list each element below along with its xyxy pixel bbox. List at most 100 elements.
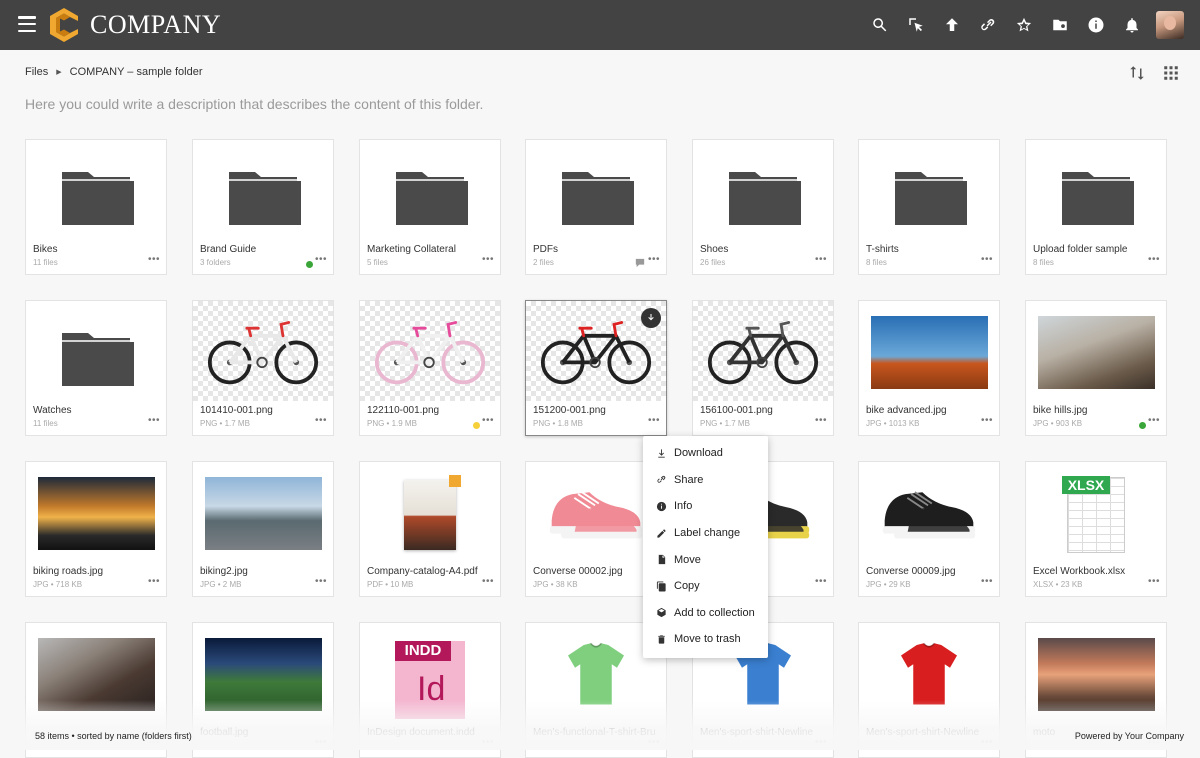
menu-item-label: Download [674,447,723,460]
more-options-icon[interactable]: ••• [315,738,327,748]
comment-icon [635,258,645,268]
photo-thumbnail [205,477,322,550]
file-card[interactable]: Converse 00009.jpg JPG • 29 KB ••• [858,461,1000,597]
status-dot [473,422,480,429]
folder-card[interactable]: Brand Guide 3 folders ••• [192,139,334,275]
file-card[interactable]: 122110-001.png PNG • 1.9 MB ••• [359,300,501,436]
more-options-icon[interactable]: ••• [815,255,827,265]
menu-icon[interactable] [18,16,36,32]
more-options-icon[interactable]: ••• [1148,416,1160,426]
item-name: Bikes [33,244,58,255]
file-card[interactable]: bike advanced.jpg JPG • 1013 KB ••• [858,300,1000,436]
menu-item-move[interactable]: Move [643,546,768,573]
folder-settings-icon[interactable] [1042,0,1078,50]
download-badge-icon[interactable] [641,308,661,328]
breadcrumb-files[interactable]: Files [25,66,48,78]
menu-item-move-to-trash[interactable]: Move to trash [643,626,768,653]
more-options-icon[interactable]: ••• [315,577,327,587]
folder-card[interactable]: PDFs 2 files ••• [525,139,667,275]
grid-view-icon[interactable] [1162,64,1180,82]
item-name: Marketing Collateral [367,244,456,255]
upload-icon[interactable] [934,0,970,50]
more-options-icon[interactable]: ••• [648,255,660,265]
more-options-icon[interactable]: ••• [981,738,993,748]
file-card[interactable]: football.jpg ••• [192,622,334,758]
breadcrumb-current-folder[interactable]: COMPANY – sample folder [70,66,203,78]
menu-item-add-to-collection[interactable]: Add to collection [643,600,768,627]
more-options-icon[interactable]: ••• [815,577,827,587]
folder-card[interactable]: T-shirts 8 files ••• [858,139,1000,275]
folder-card[interactable]: Shoes 26 files ••• [692,139,834,275]
folder-card[interactable]: Marketing Collateral 5 files ••• [359,139,501,275]
more-options-icon[interactable]: ••• [482,738,494,748]
file-card[interactable]: INDD Id InDesign document.indd ••• [359,622,501,758]
link-icon[interactable] [970,0,1006,50]
more-options-icon[interactable]: ••• [148,416,160,426]
info-icon[interactable] [1078,0,1114,50]
more-options-icon[interactable]: ••• [981,255,993,265]
powered-by: Powered by Your Company [1072,730,1186,742]
item-meta: 3 folders [200,258,231,267]
item-name: Upload folder sample [1033,244,1128,255]
star-icon[interactable] [1006,0,1042,50]
company-logo-icon[interactable] [50,8,78,42]
more-options-icon[interactable]: ••• [482,255,494,265]
item-name: Brand Guide [200,244,257,255]
search-icon[interactable] [862,0,898,50]
file-card[interactable]: 101410-001.png PNG • 1.7 MB ••• [192,300,334,436]
folder-card[interactable]: Bikes 11 files ••• [25,139,167,275]
more-options-icon[interactable]: ••• [482,577,494,587]
breadcrumb-separator-icon: ▶ [56,69,62,76]
user-avatar[interactable] [1156,11,1184,39]
more-options-icon[interactable]: ••• [648,416,660,426]
file-card[interactable]: bike hills.jpg JPG • 903 KB ••• [1025,300,1167,436]
bell-icon[interactable] [1114,0,1150,50]
more-options-icon[interactable]: ••• [148,255,160,265]
file-card[interactable]: Company-catalog-A4.pdf PDF • 10 MB ••• [359,461,501,597]
more-options-icon[interactable]: ••• [815,738,827,748]
more-options-icon[interactable]: ••• [1148,255,1160,265]
download-icon [658,449,665,458]
item-name: InDesign document.indd [367,727,475,738]
item-name: T-shirts [866,244,899,255]
more-options-icon[interactable]: ••• [648,738,660,748]
image-thumbnail [1026,623,1166,723]
more-options-icon[interactable]: ••• [981,577,993,587]
bike-image [374,321,486,385]
file-card[interactable]: 156100-001.png PNG • 1.7 MB ••• [692,300,834,436]
brand-name[interactable]: COMPANY [90,10,221,40]
more-options-icon[interactable]: ••• [315,416,327,426]
file-card[interactable]: biking roads.jpg JPG • 718 KB ••• [25,461,167,597]
menu-item-info[interactable]: Info [643,493,768,520]
item-meta: JPG • 718 KB [33,580,83,589]
item-name: 156100-001.png [700,405,773,416]
more-options-icon[interactable]: ••• [148,577,160,587]
item-meta: 8 files [1033,258,1054,267]
menu-item-label-change[interactable]: Label change [643,520,768,547]
item-meta: JPG • 38 KB [533,580,578,589]
file-card[interactable]: Men's-sport-shirt-Newline ••• [858,622,1000,758]
file-card[interactable]: XLSX Excel Workbook.xlsx XLSX • 23 KB ••• [1025,461,1167,597]
folder-card[interactable]: Upload folder sample 8 files ••• [1025,139,1167,275]
more-options-icon[interactable]: ••• [815,416,827,426]
sort-icon[interactable] [1128,64,1146,82]
folder-card[interactable]: Watches 11 files ••• [25,300,167,436]
select-icon[interactable] [898,0,934,50]
collection-icon [657,608,666,618]
more-options-icon[interactable]: ••• [981,416,993,426]
file-card[interactable]: 151200-001.png PNG • 1.8 MB ••• [525,300,667,436]
menu-item-share[interactable]: Share [643,467,768,494]
item-name: football.jpg [200,727,249,738]
more-options-icon[interactable]: ••• [482,416,494,426]
more-options-icon[interactable]: ••• [315,255,327,265]
file-card[interactable]: biking2.jpg JPG • 2 MB ••• [192,461,334,597]
menu-item-copy[interactable]: Copy [643,573,768,600]
trash-icon [658,635,665,644]
item-name: Excel Workbook.xlsx [1033,566,1126,577]
more-options-icon[interactable]: ••• [1148,577,1160,587]
item-name: Men's-sport-shirt-Newline [866,727,980,738]
image-thumbnail [26,462,166,562]
menu-item-label: Copy [674,580,700,593]
image-thumbnail [859,623,999,723]
menu-item-download[interactable]: Download [643,440,768,467]
